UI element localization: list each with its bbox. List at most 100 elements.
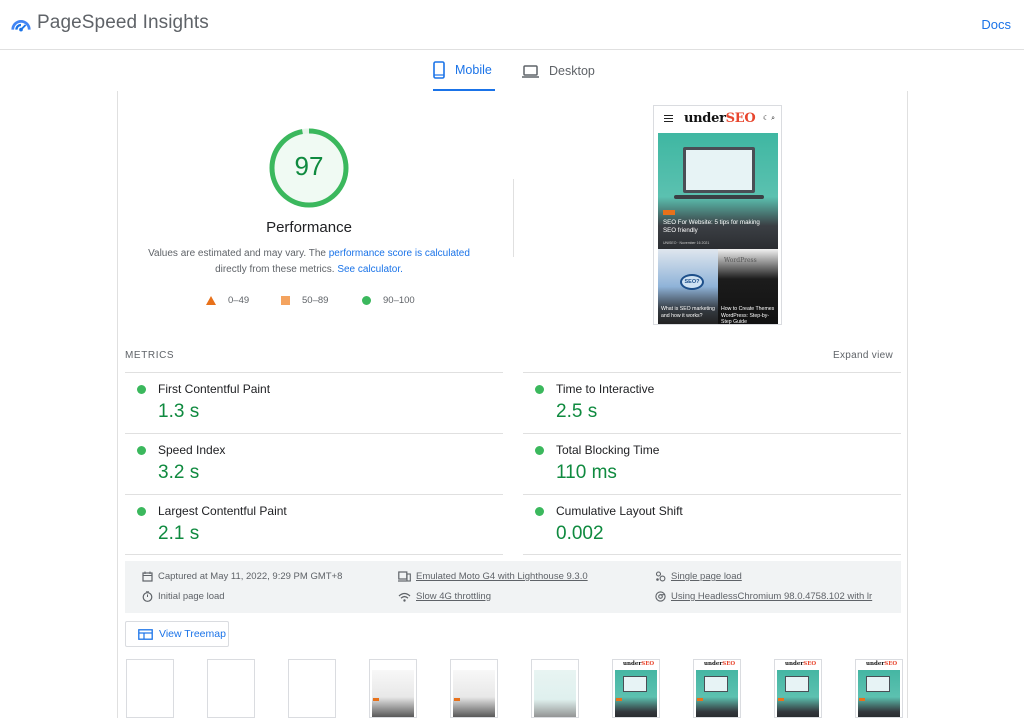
- frame-hero: [453, 670, 495, 717]
- metric-value: 1.3 s: [158, 401, 200, 422]
- tab-mobile[interactable]: Mobile: [433, 51, 495, 91]
- divider: [523, 554, 901, 555]
- category-tag: [663, 210, 675, 215]
- filmstrip-frame: [288, 659, 336, 718]
- docs-link[interactable]: Docs: [981, 17, 1011, 32]
- browser-version[interactable]: Using HeadlessChromium 98.0.4758.102 wit…: [655, 591, 872, 602]
- site-logo-dark: under: [684, 111, 726, 126]
- filmstrip-frame: [207, 659, 255, 718]
- network-throttling[interactable]: Slow 4G throttling: [398, 591, 491, 602]
- frame-laptop: [866, 676, 890, 692]
- frame-category-tag: [859, 698, 865, 701]
- frame-site-header: underSEO: [775, 660, 821, 668]
- card-wordpress-title: How to Create Themes WordPress: Step-by-…: [721, 306, 775, 325]
- phone-icon: [433, 61, 445, 79]
- metric-largest-contentful-paint: Largest Contentful Paint 2.1 s: [125, 494, 503, 555]
- runtime-settings: Captured at May 11, 2022, 9:29 PM GMT+8 …: [125, 561, 901, 613]
- final-screenshot[interactable]: underSEO ☾ ⌕ SEO For Website: 5 tips for…: [653, 105, 782, 325]
- captured-at-text: Captured at May 11, 2022, 9:29 PM GMT+8: [158, 571, 343, 582]
- timer-icon: [142, 591, 153, 602]
- initial-page-load-text: Initial page load: [158, 591, 225, 602]
- frame-category-tag: [778, 698, 784, 701]
- frame-site-header: [451, 660, 497, 668]
- metric-name: Speed Index: [158, 443, 226, 457]
- filmstrip-frame: [126, 659, 174, 718]
- metric-first-contentful-paint: First Contentful Paint 1.3 s: [125, 372, 503, 433]
- pass-dot-icon: [535, 507, 544, 516]
- pass-dot-icon: [137, 385, 146, 394]
- legend-average-label: 50–89: [302, 295, 329, 306]
- single-page-load[interactable]: Single page load: [655, 571, 742, 582]
- metrics-heading: METRICS: [125, 350, 175, 361]
- metric-value: 3.2 s: [158, 462, 200, 483]
- legend-pass-label: 90–100: [383, 295, 415, 306]
- devices-icon: [398, 571, 411, 582]
- hamburger-menu-icon: [664, 115, 673, 122]
- frame-site-header: [370, 660, 416, 668]
- score-calculated-link[interactable]: performance score is calculated: [329, 248, 470, 259]
- tab-desktop-label: Desktop: [549, 64, 595, 78]
- filmstrip-frame: [531, 659, 579, 718]
- metric-name: Total Blocking Time: [556, 443, 660, 457]
- frame-category-tag: [373, 698, 379, 701]
- legend-fail: 0–49: [206, 295, 249, 306]
- filmstrip-frame: underSEO: [612, 659, 660, 718]
- laptop-base: [674, 195, 764, 199]
- divider: [125, 554, 503, 555]
- vertical-divider: [513, 179, 514, 257]
- legend-average: 50–89: [281, 295, 328, 306]
- metric-value: 2.5 s: [556, 401, 598, 422]
- performance-title: Performance: [266, 219, 352, 236]
- filmstrip: underSEO underSEO underSEO underSEO: [126, 659, 906, 718]
- pass-dot-icon: [137, 507, 146, 516]
- site-logo-accent: SEO: [725, 111, 756, 126]
- single-session-icon: [655, 571, 666, 582]
- frame-site-logo: underSEO: [785, 661, 817, 667]
- frame-site-header: underSEO: [856, 660, 902, 668]
- view-treemap-button[interactable]: View Treemap: [125, 621, 229, 647]
- circle-icon: [362, 296, 371, 305]
- metric-value: 110 ms: [556, 462, 617, 483]
- frame-site-logo: underSEO: [866, 661, 898, 667]
- tab-mobile-label: Mobile: [455, 63, 492, 77]
- treemap-icon: [138, 628, 153, 640]
- pass-dot-icon: [535, 446, 544, 455]
- metric-total-blocking-time: Total Blocking Time 110 ms: [523, 433, 901, 494]
- performance-note: Values are estimated and may vary. The p…: [138, 246, 480, 278]
- tab-desktop[interactable]: Desktop: [522, 51, 602, 91]
- metric-value: 0.002: [556, 523, 604, 544]
- pass-dot-icon: [535, 385, 544, 394]
- metric-cumulative-layout-shift: Cumulative Layout Shift 0.002: [523, 494, 901, 555]
- note-prefix: Values are estimated and may vary. The: [148, 248, 329, 259]
- filmstrip-frame: underSEO: [693, 659, 741, 718]
- performance-score-value: 97: [294, 151, 324, 181]
- frame-category-tag: [454, 698, 460, 701]
- device-tabs: Mobile Desktop: [0, 51, 1024, 91]
- pass-dot-icon: [137, 446, 146, 455]
- metric-name: Cumulative Layout Shift: [556, 504, 683, 518]
- single-page-load-text: Single page load: [671, 571, 742, 582]
- emulated-device-text: Emulated Moto G4 with Lighthouse 9.3.0: [416, 571, 588, 582]
- frame-site-header: [532, 660, 578, 668]
- pagespeed-gauge-icon[interactable]: [10, 14, 32, 36]
- app-title[interactable]: PageSpeed Insights: [37, 12, 209, 34]
- filmstrip-frame: underSEO: [774, 659, 822, 718]
- legend-fail-label: 0–49: [228, 295, 250, 306]
- frame-site-header: underSEO: [613, 660, 659, 668]
- calendar-icon: [142, 571, 153, 582]
- top-header: PageSpeed Insights Docs: [0, 0, 1024, 50]
- wordpress-logo: WordPress: [724, 257, 757, 264]
- metric-name: Largest Contentful Paint: [158, 504, 287, 518]
- frame-category-tag: [616, 698, 622, 701]
- see-calculator-link[interactable]: See calculator.: [337, 264, 403, 275]
- frame-site-logo: underSEO: [623, 661, 655, 667]
- screenshot-site-header: underSEO ☾ ⌕: [654, 106, 781, 132]
- emulated-device[interactable]: Emulated Moto G4 with Lighthouse 9.3.0: [398, 571, 588, 582]
- frame-laptop: [785, 676, 809, 692]
- metric-name: First Contentful Paint: [158, 382, 271, 396]
- wifi-icon: [398, 592, 411, 602]
- expand-view-button[interactable]: Expand view: [833, 350, 893, 361]
- metric-value: 2.1 s: [158, 523, 200, 544]
- metric-time-to-interactive: Time to Interactive 2.5 s: [523, 372, 901, 433]
- square-icon: [281, 296, 290, 305]
